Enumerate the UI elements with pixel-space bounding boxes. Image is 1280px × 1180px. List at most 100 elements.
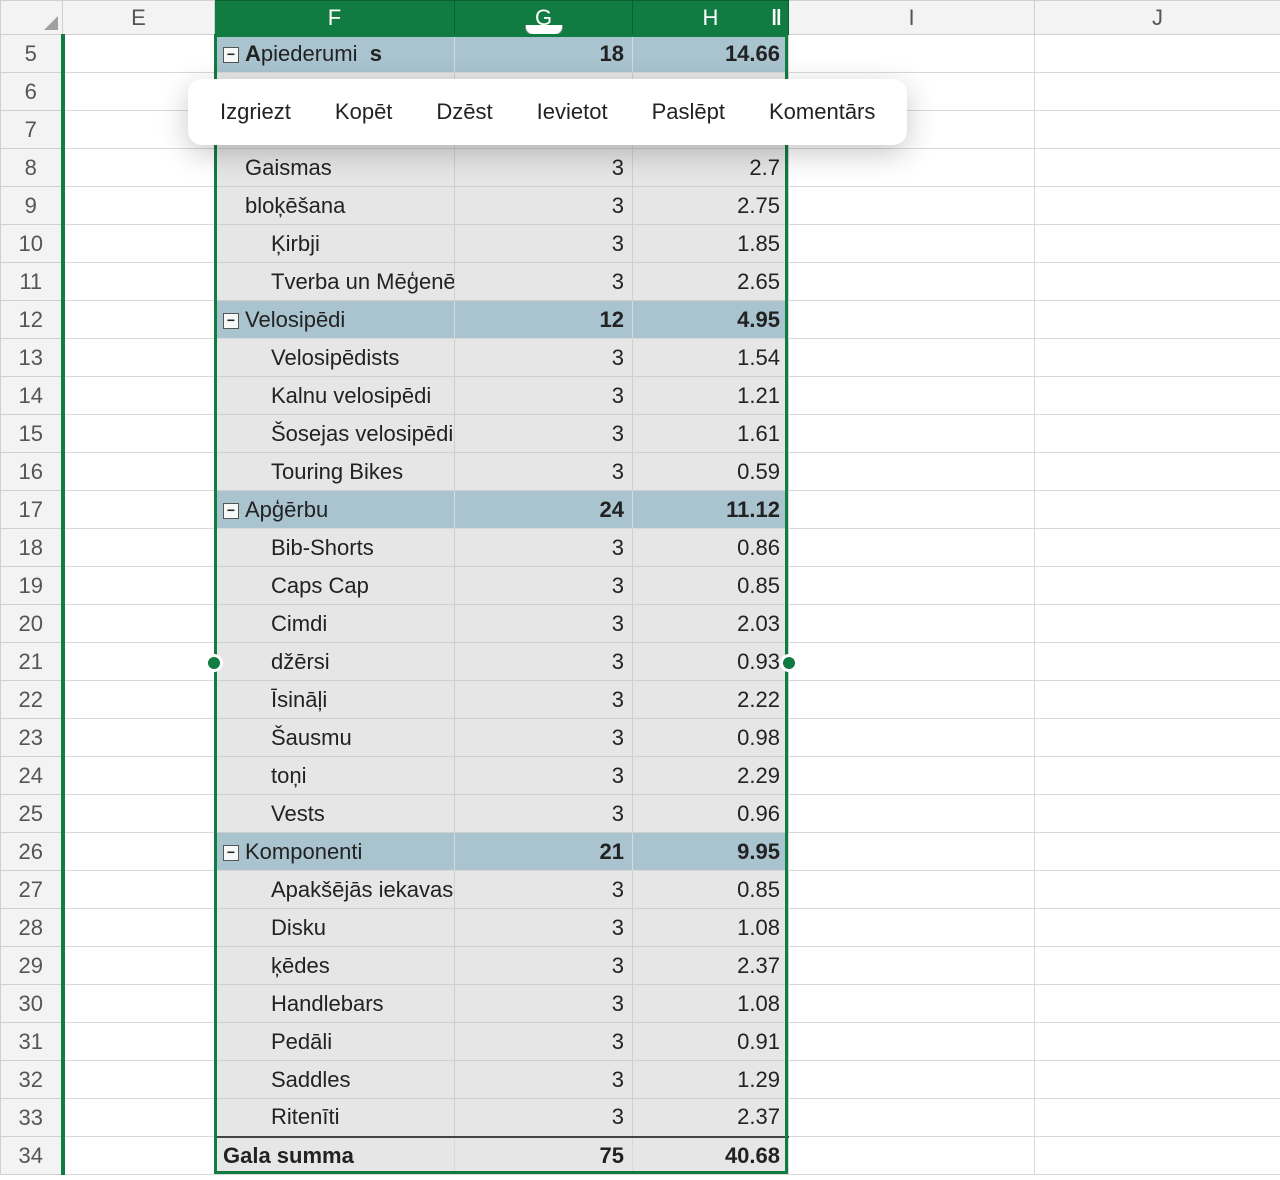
cell-I[interactable]: [789, 149, 1035, 187]
cell-F[interactable]: Kalnu velosipēdi: [215, 377, 455, 415]
cell-J[interactable]: [1035, 149, 1280, 187]
cell-I[interactable]: [789, 833, 1035, 871]
selection-handle-right[interactable]: [780, 654, 798, 672]
row-header[interactable]: 31: [1, 1023, 63, 1061]
cell-E[interactable]: [63, 833, 215, 871]
cell-J[interactable]: [1035, 301, 1280, 339]
cell-E[interactable]: [63, 1061, 215, 1099]
cell-G[interactable]: 12: [455, 301, 633, 339]
cell-H[interactable]: 9.95: [633, 833, 789, 871]
cell-H[interactable]: 2.75: [633, 187, 789, 225]
cell-I[interactable]: [789, 947, 1035, 985]
cell-F[interactable]: Gala summa: [215, 1137, 455, 1175]
menu-comment[interactable]: Komentārs: [751, 87, 893, 137]
cell-J[interactable]: [1035, 567, 1280, 605]
select-all-corner[interactable]: [1, 1, 63, 35]
col-header-F[interactable]: F: [215, 1, 455, 35]
row-header[interactable]: 15: [1, 415, 63, 453]
cell-J[interactable]: [1035, 35, 1280, 73]
cell-H[interactable]: 4.95: [633, 301, 789, 339]
cell-H[interactable]: 0.91: [633, 1023, 789, 1061]
cell-I[interactable]: [789, 225, 1035, 263]
cell-E[interactable]: [63, 947, 215, 985]
cell-I[interactable]: [789, 1137, 1035, 1175]
cell-E[interactable]: [63, 187, 215, 225]
cell-E[interactable]: [63, 453, 215, 491]
cell-J[interactable]: [1035, 73, 1280, 111]
cell-E[interactable]: [63, 225, 215, 263]
col-header-I[interactable]: I: [789, 1, 1035, 35]
cell-H[interactable]: 2.7: [633, 149, 789, 187]
cell-J[interactable]: [1035, 1061, 1280, 1099]
cell-J[interactable]: [1035, 643, 1280, 681]
row-header[interactable]: 24: [1, 757, 63, 795]
row-header[interactable]: 5: [1, 35, 63, 73]
cell-J[interactable]: [1035, 377, 1280, 415]
cell-J[interactable]: [1035, 1137, 1280, 1175]
cell-J[interactable]: [1035, 795, 1280, 833]
cell-I[interactable]: [789, 985, 1035, 1023]
cell-F[interactable]: Vests: [215, 795, 455, 833]
cell-I[interactable]: [789, 415, 1035, 453]
cell-F[interactable]: Velosipēdists: [215, 339, 455, 377]
col-header-J[interactable]: J: [1035, 1, 1280, 35]
row-header[interactable]: 16: [1, 453, 63, 491]
cell-E[interactable]: [63, 415, 215, 453]
cell-H[interactable]: 2.22: [633, 681, 789, 719]
cell-I[interactable]: [789, 491, 1035, 529]
cell-G[interactable]: 3: [455, 795, 633, 833]
cell-H[interactable]: 0.85: [633, 567, 789, 605]
collapse-icon[interactable]: −: [223, 313, 239, 329]
cell-I[interactable]: [789, 35, 1035, 73]
cell-E[interactable]: [63, 567, 215, 605]
row-header[interactable]: 7: [1, 111, 63, 149]
cell-H[interactable]: 11.12: [633, 491, 789, 529]
cell-G[interactable]: 3: [455, 1061, 633, 1099]
row-header[interactable]: 18: [1, 529, 63, 567]
cell-G[interactable]: 3: [455, 339, 633, 377]
cell-E[interactable]: [63, 529, 215, 567]
row-header[interactable]: 34: [1, 1137, 63, 1175]
cell-I[interactable]: [789, 1099, 1035, 1137]
collapse-icon[interactable]: −: [223, 47, 239, 63]
cell-G[interactable]: 3: [455, 643, 633, 681]
row-header[interactable]: 29: [1, 947, 63, 985]
cell-F[interactable]: toņi: [215, 757, 455, 795]
cell-J[interactable]: [1035, 225, 1280, 263]
cell-G[interactable]: 3: [455, 719, 633, 757]
cell-H[interactable]: 0.86: [633, 529, 789, 567]
cell-F[interactable]: Īsināļi: [215, 681, 455, 719]
cell-H[interactable]: 1.29: [633, 1061, 789, 1099]
cell-J[interactable]: [1035, 1099, 1280, 1137]
cell-F[interactable]: bloķēšana: [215, 187, 455, 225]
cell-I[interactable]: [789, 605, 1035, 643]
cell-F[interactable]: džērsi: [215, 643, 455, 681]
collapse-icon[interactable]: −: [223, 845, 239, 861]
cell-F[interactable]: Touring Bikes: [215, 453, 455, 491]
cell-E[interactable]: [63, 795, 215, 833]
cell-F[interactable]: −Komponenti: [215, 833, 455, 871]
cell-E[interactable]: [63, 605, 215, 643]
cell-H[interactable]: 1.21: [633, 377, 789, 415]
cell-I[interactable]: [789, 643, 1035, 681]
cell-G[interactable]: 3: [455, 529, 633, 567]
cell-E[interactable]: [63, 985, 215, 1023]
cell-E[interactable]: [63, 757, 215, 795]
cell-J[interactable]: [1035, 339, 1280, 377]
cell-I[interactable]: [789, 871, 1035, 909]
row-header[interactable]: 9: [1, 187, 63, 225]
cell-F[interactable]: −Velosipēdi: [215, 301, 455, 339]
cell-G[interactable]: 3: [455, 453, 633, 491]
row-header[interactable]: 8: [1, 149, 63, 187]
cell-H[interactable]: 2.29: [633, 757, 789, 795]
cell-H[interactable]: 0.59: [633, 453, 789, 491]
cell-I[interactable]: [789, 757, 1035, 795]
cell-I[interactable]: [789, 187, 1035, 225]
cell-J[interactable]: [1035, 605, 1280, 643]
cell-J[interactable]: [1035, 833, 1280, 871]
cell-E[interactable]: [63, 643, 215, 681]
cell-H[interactable]: 2.37: [633, 947, 789, 985]
collapse-icon[interactable]: −: [223, 503, 239, 519]
row-header[interactable]: 21: [1, 643, 63, 681]
cell-J[interactable]: [1035, 415, 1280, 453]
